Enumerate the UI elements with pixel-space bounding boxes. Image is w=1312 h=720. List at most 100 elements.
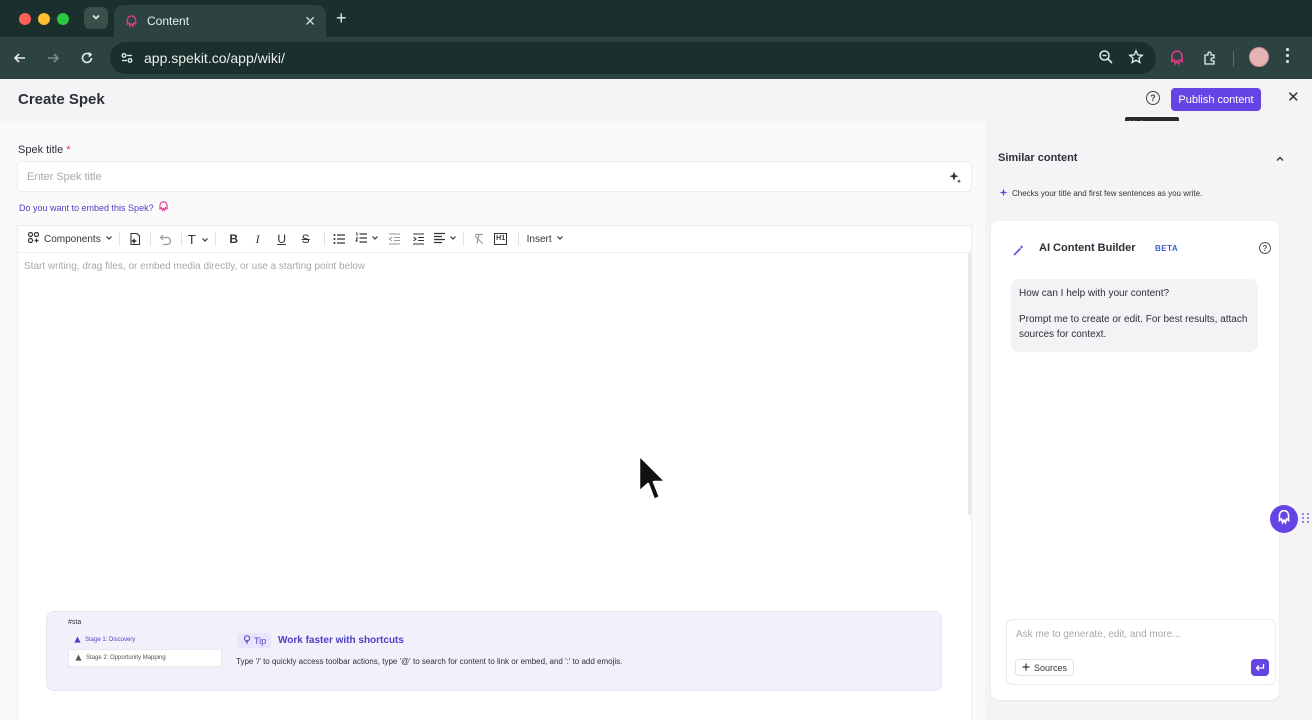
page-title: Create Spek xyxy=(18,91,105,108)
spekit-logo-icon xyxy=(1276,509,1292,530)
publish-content-button[interactable]: Publish content xyxy=(1171,88,1261,111)
chevron-up-icon[interactable] xyxy=(1274,153,1286,165)
add-sources-button[interactable]: Sources xyxy=(1015,659,1075,676)
browser-menu-icon[interactable] xyxy=(1286,48,1289,63)
insert-dropdown[interactable]: Insert xyxy=(527,229,564,249)
clear-format-icon[interactable] xyxy=(470,229,488,249)
spek-icon xyxy=(75,653,82,663)
similar-content-section: Similar content Checks your title and fi… xyxy=(991,143,1284,207)
ai-edit-icon[interactable] xyxy=(126,229,144,249)
indent-icon[interactable] xyxy=(407,229,431,249)
toolbar-divider xyxy=(180,232,182,246)
editor-toolbar: Components T B I U S H1 Insert xyxy=(18,226,971,253)
beta-badge: BETA xyxy=(1155,244,1179,253)
ai-builder-title: AI Content Builder xyxy=(1039,242,1136,254)
tab-search-button[interactable] xyxy=(84,7,108,29)
components-dropdown[interactable]: Components xyxy=(27,229,113,249)
chevron-down-icon xyxy=(105,234,113,245)
url-text: app.spekit.co/app/wiki/ xyxy=(144,50,285,66)
chevron-down-icon xyxy=(556,234,564,245)
window-minimize-button[interactable] xyxy=(38,13,50,25)
toolbar-divider xyxy=(462,232,464,246)
italic-button[interactable]: I xyxy=(246,229,270,249)
tip-badge: Tip xyxy=(238,633,272,648)
spek-title-label: Spek title * xyxy=(18,144,71,156)
ai-prompt-box[interactable]: Ask me to generate, edit, and more... So… xyxy=(1006,619,1276,685)
window-zoom-button[interactable] xyxy=(57,13,69,25)
chevron-down-icon xyxy=(201,232,209,247)
toolbar-divider xyxy=(1233,51,1234,67)
heading1-button[interactable]: H1 xyxy=(490,229,512,249)
numbered-list-icon xyxy=(354,232,368,247)
mouse-cursor-icon xyxy=(636,452,670,508)
bookmark-star-icon[interactable] xyxy=(1128,49,1144,70)
window-close-button[interactable] xyxy=(19,13,31,25)
spekit-assistant-fab[interactable] xyxy=(1270,505,1298,533)
app-root: Create Spek ? Publish content ✕ Help cen… xyxy=(0,79,1312,720)
ai-sparkle-icon[interactable] xyxy=(944,166,966,188)
send-prompt-button[interactable] xyxy=(1251,659,1269,676)
text-style-dropdown[interactable]: T xyxy=(188,229,209,249)
toolbar-divider xyxy=(118,232,120,246)
required-mark: * xyxy=(66,144,71,156)
align-dropdown[interactable] xyxy=(433,229,457,249)
profile-avatar[interactable] xyxy=(1249,47,1269,67)
bold-button[interactable]: B xyxy=(222,229,246,249)
similar-content-note: Checks your title and first few sentence… xyxy=(999,188,1202,199)
browser-toolbar: app.spekit.co/app/wiki/ xyxy=(0,37,1312,79)
spek-icon xyxy=(74,635,81,645)
magic-wand-icon xyxy=(1011,243,1025,257)
spekit-extension-icon[interactable] xyxy=(1166,47,1188,69)
ai-prompt-input[interactable]: Ask me to generate, edit, and more... xyxy=(1016,629,1181,640)
spek-title-input[interactable] xyxy=(17,161,972,192)
tip-heading: Work faster with shortcuts xyxy=(278,635,404,646)
ai-builder-message: How can I help with your content? Prompt… xyxy=(1011,279,1258,352)
help-center-button[interactable]: ? xyxy=(1146,91,1160,105)
tip-text: Type '/' to quickly access toolbar actio… xyxy=(236,657,623,666)
lightbulb-icon xyxy=(243,635,251,646)
forward-arrow-icon[interactable] xyxy=(42,47,64,69)
tip-preview: #sta Stage 1: Discovery Stage 2: Opportu… xyxy=(68,619,222,675)
zoom-icon[interactable] xyxy=(1098,49,1114,70)
editor-placeholder: Start writing, drag files, or embed medi… xyxy=(24,261,366,272)
address-bar[interactable]: app.spekit.co/app/wiki/ xyxy=(110,42,1156,74)
numbered-list-dropdown[interactable] xyxy=(354,229,379,249)
ai-builder-help-icon[interactable]: ? xyxy=(1259,242,1271,254)
close-icon[interactable]: ✕ xyxy=(1287,90,1300,105)
underline-button[interactable]: U xyxy=(270,229,294,249)
drag-handle-icon[interactable] xyxy=(1302,513,1310,523)
right-panel: Similar content Checks your title and fi… xyxy=(985,121,1312,720)
spek-editor: Spek title * Do you want to embed this S… xyxy=(0,121,985,720)
sparkle-icon xyxy=(999,188,1008,199)
strikethrough-button[interactable]: S xyxy=(294,229,318,249)
back-arrow-icon[interactable] xyxy=(9,47,31,69)
bullet-list-icon[interactable] xyxy=(331,229,349,249)
new-tab-button[interactable]: + xyxy=(336,8,347,28)
extensions-puzzle-icon[interactable] xyxy=(1199,47,1221,69)
toolbar-divider xyxy=(149,232,151,246)
browser-tab-content[interactable]: Content ✕ xyxy=(114,5,326,37)
outdent-icon[interactable] xyxy=(383,229,407,249)
enter-arrow-icon xyxy=(1255,659,1265,677)
browser-tab-strip: Content ✕ + xyxy=(0,0,1312,37)
components-icon xyxy=(27,231,40,247)
tab-title: Content xyxy=(147,14,190,28)
toolbar-divider xyxy=(517,232,519,246)
tip-preview-query: #sta xyxy=(68,619,82,626)
editor-scrollbar[interactable] xyxy=(968,253,971,515)
reload-icon[interactable] xyxy=(76,47,98,69)
site-settings-icon[interactable] xyxy=(118,49,136,67)
undo-icon[interactable] xyxy=(157,229,175,249)
toolbar-divider xyxy=(214,232,216,246)
chevron-down-icon xyxy=(91,12,101,25)
chevron-down-icon xyxy=(371,234,379,245)
embed-spek-link[interactable]: Do you want to embed this Spek? xyxy=(19,201,169,214)
chevron-down-icon xyxy=(449,234,457,245)
tab-close-icon[interactable]: ✕ xyxy=(304,13,316,30)
align-left-icon xyxy=(433,232,446,247)
tip-preview-option: Stage 1: Discovery xyxy=(68,631,222,649)
toolbar-divider xyxy=(323,232,325,246)
spekit-favicon-icon xyxy=(124,14,138,28)
similar-content-title: Similar content xyxy=(998,152,1078,164)
tip-preview-option: Stage 2: Opportunity Mapping xyxy=(68,649,222,667)
